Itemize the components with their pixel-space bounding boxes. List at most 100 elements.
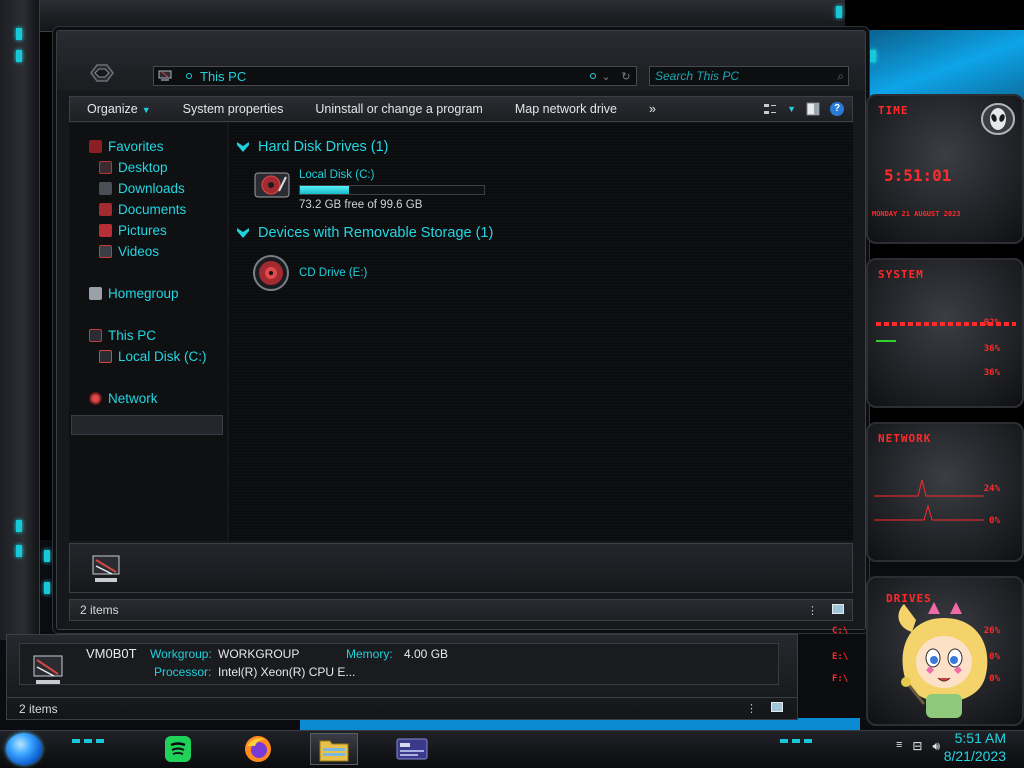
time-gadget-header: TIME <box>878 104 909 117</box>
details-view-icon[interactable]: ⋮ <box>807 604 818 617</box>
collapse-chevron-icon[interactable] <box>237 228 249 238</box>
organize-button[interactable]: Organize ▼ <box>70 102 166 116</box>
memory-value: 4.00 GB <box>404 647 449 661</box>
desktop-icon <box>99 160 112 174</box>
network-status-icon[interactable]: ⊟ <box>912 739 922 754</box>
taskbar-spotify[interactable] <box>158 733 198 765</box>
group-header-removable[interactable]: Devices with Removable Storage (1) <box>237 225 493 241</box>
taskbar-file-explorer[interactable] <box>310 733 358 765</box>
uninstall-program-button[interactable]: Uninstall or change a program <box>298 102 497 116</box>
gadget-time: 5:51:01 <box>884 166 952 185</box>
large-icons-view-icon[interactable] <box>832 603 844 614</box>
taskbar-clock[interactable]: 5:51 AM 8/21/2023 <box>944 729 1006 765</box>
homegroup-icon <box>89 286 102 300</box>
ram-value: 36% <box>983 344 1000 354</box>
taskbar: ≡ ⊟ 🔊︎ 5:51 AM 8/21/2023 <box>0 730 1024 768</box>
nav-network[interactable]: Network <box>89 389 158 407</box>
frame-accent <box>870 50 876 62</box>
nav-local-disk[interactable]: Local Disk (C:) <box>99 347 207 365</box>
network-gadget-header: NETWORK <box>878 432 932 445</box>
nav-desktop[interactable]: Desktop <box>99 158 168 176</box>
videos-icon <box>99 244 112 258</box>
nav-pictures[interactable]: Pictures <box>99 221 167 239</box>
documents-icon <box>99 202 112 216</box>
computer-icon <box>158 70 172 81</box>
help-icon[interactable]: ? <box>830 102 844 116</box>
taskbar-firefox[interactable] <box>238 733 278 765</box>
more-commands-button[interactable]: » <box>632 102 671 116</box>
taskbar-accent <box>780 739 812 743</box>
workgroup-label: Workgroup: <box>150 647 212 661</box>
system-properties-button[interactable]: System properties <box>166 102 299 116</box>
cd-drive-icon <box>253 255 289 291</box>
clock-time: 5:51 AM <box>954 730 1006 746</box>
nav-videos[interactable]: Videos <box>99 242 159 260</box>
taskbar-control-panel[interactable] <box>392 733 432 765</box>
system-info-window: VM0B0T Workgroup: WORKGROUP Memory: 4.00… <box>6 634 798 720</box>
drive-e-name[interactable]: CD Drive (E:) <box>299 267 367 279</box>
network-out-value: 0% <box>989 516 1000 526</box>
view-options-icon[interactable] <box>763 102 777 116</box>
frame-accent <box>44 550 50 562</box>
gadget-date: MONDAY 21 AUGUST 2023 <box>872 210 961 218</box>
address-bar[interactable]: This PC ⌄ ↻ <box>153 66 637 86</box>
computer-icon <box>89 328 102 342</box>
view-dropdown-icon[interactable]: ▼ <box>787 104 796 114</box>
firefox-icon <box>245 736 271 762</box>
frame-accent <box>836 6 842 18</box>
volume-icon[interactable]: 🔊︎ <box>932 739 940 754</box>
file-explorer-icon <box>319 740 349 762</box>
map-network-drive-button[interactable]: Map network drive <box>498 102 632 116</box>
spotify-icon <box>165 736 191 762</box>
address-text[interactable]: This PC <box>200 69 582 84</box>
nav-downloads[interactable]: Downloads <box>99 179 185 197</box>
drive-c-name[interactable]: Local Disk (C:) <box>299 169 374 181</box>
address-dropdown-icon[interactable]: ⌄ <box>596 70 616 83</box>
back-forward-icon[interactable] <box>85 61 119 85</box>
network-icon <box>89 391 102 405</box>
navigation-pane: Favorites Desktop Downloads Documents Pi… <box>69 123 227 541</box>
frame-accent <box>16 50 22 62</box>
computer-icon <box>33 655 63 684</box>
system-gadget[interactable]: SYSTEM 92% 36% 36% <box>866 258 1024 408</box>
show-hidden-icons-icon[interactable]: ≡ <box>896 739 902 754</box>
control-panel-icon <box>396 738 428 760</box>
details-view-icon[interactable]: ⋮ <box>746 702 757 715</box>
large-icons-view-icon[interactable] <box>771 702 783 712</box>
network-in-value: 24% <box>983 484 1000 494</box>
frame-accent <box>16 28 22 40</box>
frame-accent <box>16 520 22 532</box>
status-bar: 2 items ⋮ <box>7 697 797 719</box>
system-tray: ≡ ⊟ 🔊︎ <box>896 739 940 754</box>
clock-gadget[interactable]: TIME 5:51:01 MONDAY 21 AUGUST 2023 <box>866 94 1024 244</box>
processor-label: Processor: <box>154 665 212 679</box>
group-header-hdd[interactable]: Hard Disk Drives (1) <box>237 139 389 155</box>
refresh-icon[interactable]: ↻ <box>616 70 636 83</box>
content-pane: Hard Disk Drives (1) Local Disk (C:) 73.… <box>229 123 853 541</box>
star-icon <box>89 139 102 153</box>
nav-favorites[interactable]: Favorites <box>89 137 164 155</box>
chevron-down-icon: ▼ <box>141 105 151 115</box>
nav-this-pc[interactable]: This PC <box>89 326 156 344</box>
drive-c-free-space: 73.2 GB free of 99.6 GB <box>299 199 423 211</box>
preview-pane-icon[interactable] <box>806 102 820 116</box>
search-box[interactable]: Search This PC ⌕ <box>649 66 849 86</box>
collapse-chevron-icon[interactable] <box>237 142 249 152</box>
drive-item-c[interactable]: Local Disk (C:) 73.2 GB free of 99.6 GB <box>253 169 485 211</box>
system-info-panel: VM0B0T Workgroup: WORKGROUP Memory: 4.00… <box>19 643 779 685</box>
drive-item-e[interactable]: CD Drive (E:) <box>253 253 367 298</box>
workgroup-value: WORKGROUP <box>218 647 300 661</box>
cartoon-character-sticker <box>898 602 988 718</box>
search-icon[interactable]: ⌕ <box>837 69 844 84</box>
status-bar: 2 items ⋮ <box>69 599 853 621</box>
drive-row-c-label: C:\ <box>832 626 849 636</box>
start-button[interactable] <box>6 733 42 765</box>
frame-accent <box>44 582 50 594</box>
nav-homegroup[interactable]: Homegroup <box>89 284 179 302</box>
network-gadget[interactable]: NETWORK 24% 0% <box>866 422 1024 562</box>
system-gadget-header: SYSTEM <box>878 268 924 281</box>
nav-documents[interactable]: Documents <box>99 200 186 218</box>
frame-accent <box>16 545 22 557</box>
memory-label: Memory: <box>346 647 393 661</box>
desktop-wallpaper-blue <box>854 30 1024 100</box>
